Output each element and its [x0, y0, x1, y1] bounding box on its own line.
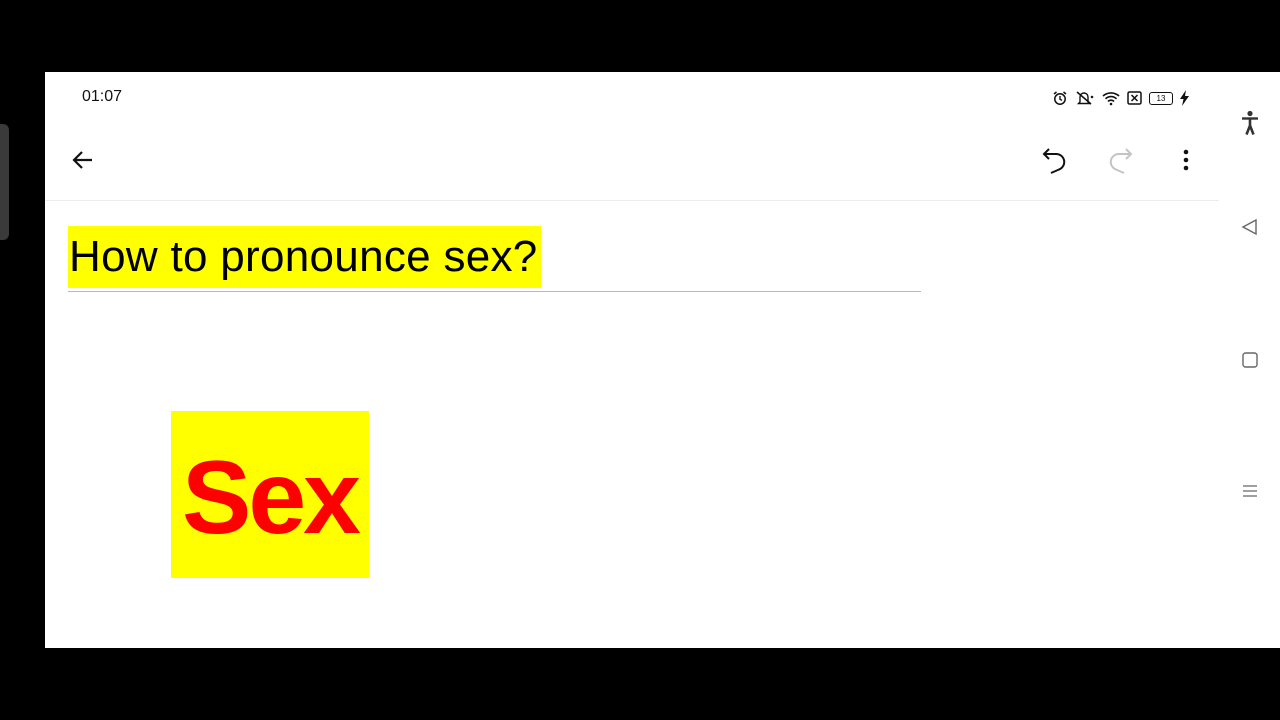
close-box-icon	[1127, 91, 1142, 105]
side-panel-handle[interactable]	[0, 124, 9, 240]
note-title-line[interactable]: How to pronounce sex?	[68, 226, 921, 292]
accessibility-button[interactable]	[1235, 108, 1265, 138]
note-heading: How to pronounce sex?	[68, 226, 541, 288]
accessibility-icon	[1242, 110, 1258, 135]
more-options-button[interactable]	[1166, 140, 1206, 180]
silent-icon	[1075, 90, 1095, 106]
home-square-icon	[1242, 352, 1258, 368]
charging-icon	[1180, 90, 1189, 106]
redo-icon	[1109, 148, 1133, 174]
status-time: 01:07	[82, 88, 123, 105]
redo-button[interactable]	[1100, 140, 1140, 180]
arrow-left-icon	[72, 151, 92, 169]
nav-back-button[interactable]	[1235, 212, 1265, 242]
phone-screen: 01:07 13 How to pronounce sex? Sex	[45, 72, 1280, 648]
back-button[interactable]	[63, 140, 103, 180]
highlighted-word: Sex	[181, 439, 361, 556]
navigation-rail	[1219, 72, 1280, 648]
undo-icon	[1042, 148, 1066, 174]
wifi-icon	[1102, 90, 1120, 106]
nav-home-button[interactable]	[1235, 345, 1265, 375]
highlighted-word-box: Sex	[171, 411, 369, 578]
more-vertical-icon	[1183, 149, 1189, 171]
toolbar	[45, 124, 1219, 201]
back-triangle-icon	[1241, 218, 1257, 236]
alarm-icon	[1052, 90, 1068, 106]
battery-icon: 13	[1149, 91, 1173, 105]
nav-recents-button[interactable]	[1235, 476, 1265, 506]
undo-button[interactable]	[1035, 140, 1075, 180]
status-bar: 01:07 13	[45, 72, 1219, 122]
status-icons: 13	[1052, 86, 1189, 110]
recents-lines-icon	[1243, 485, 1257, 497]
